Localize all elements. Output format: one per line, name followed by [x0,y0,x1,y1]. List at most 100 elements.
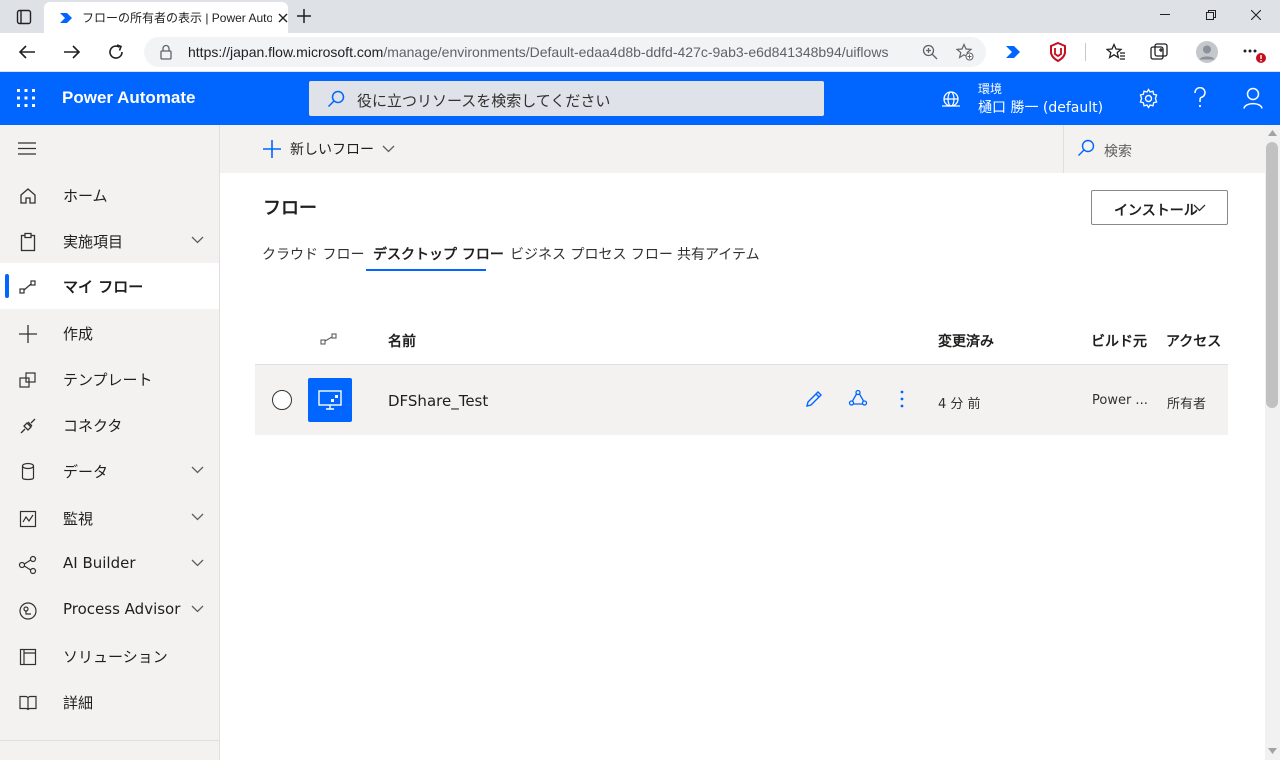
app-header: Power Automate 役に立つリソースを検索してください 環境 樋口 勝… [0,72,1280,125]
search-placeholder: 検索 [1104,144,1132,160]
shield-extension-icon[interactable] [1049,42,1067,62]
edit-pencil-icon[interactable] [804,389,824,409]
favorites-icon[interactable] [1106,43,1126,61]
page-title: フロー [263,198,317,219]
scrollbar-thumb[interactable] [1266,142,1278,408]
browser-tab-bar: フローの所有者の表示 | Power Automate [0,0,1280,33]
sidebar-item-label: AI Builder [63,554,136,572]
modified-time: 4 分 前 [938,397,981,412]
minimize-icon[interactable] [1160,14,1170,16]
tab-business-process-flows[interactable]: ビジネス プロセス フロー [510,244,673,264]
hamburger-menu-icon[interactable] [18,142,36,155]
url-path: /manage/environments/Default-edaa4d8b-dd… [383,44,889,60]
account-icon[interactable] [1243,87,1263,109]
built-with-value: Power ... [1092,393,1148,408]
scroll-up-arrow-icon[interactable] [1268,130,1277,136]
new-tab-icon[interactable] [297,9,311,23]
zoom-icon[interactable] [922,44,938,60]
address-bar[interactable]: https://japan.flow.microsoft.com/manage/… [144,37,986,67]
tab-cloud-flows[interactable]: クラウド フロー [262,244,364,264]
solution-icon [18,647,38,667]
back-icon[interactable] [18,44,36,60]
scroll-down-arrow-icon[interactable] [1268,748,1277,754]
tab-desktop-flows[interactable]: デスクトップ フロー [373,244,504,264]
environment-name[interactable]: 樋口 勝一 (default) [978,97,1103,117]
refresh-icon[interactable] [107,43,125,61]
sidebar-nav: ホーム 実施項目 マイ フロー 作成 テンプレート コネクタ データ 監視 AI… [0,125,220,760]
chevron-down-icon[interactable] [191,466,204,474]
collections-icon[interactable] [1150,43,1170,61]
browser-tab[interactable]: フローの所有者の表示 | Power Automate [44,2,288,33]
sidebar-item-label: Process Advisor [63,600,181,618]
sidebar-item-ai-builder[interactable]: AI Builder [0,541,219,587]
column-header-access[interactable]: アクセス [1166,331,1221,351]
flow-search-input[interactable]: 検索 [1063,125,1265,173]
chevron-down-icon[interactable] [191,605,204,613]
desktop-flow-icon [308,378,352,422]
column-header-modified[interactable]: 変更済み [938,331,994,351]
chevron-down-icon[interactable] [191,559,204,567]
app-launcher-icon[interactable] [17,89,35,107]
sidebar-item-solutions[interactable]: ソリューション [0,633,219,679]
row-select-radio[interactable] [272,390,292,410]
book-icon [18,693,38,713]
monitor-icon [18,509,38,529]
sidebar-item-label: ホーム [63,187,108,205]
new-flow-button[interactable]: 新しいフロー [262,138,395,160]
database-icon [18,462,38,482]
sidebar-item-templates[interactable]: テンプレート [0,356,219,402]
sidebar-item-connectors[interactable]: コネクタ [0,402,219,448]
more-options-icon[interactable] [900,390,904,408]
browser-toolbar: https://japan.flow.microsoft.com/manage/… [0,33,1280,72]
sidebar-item-label: 監視 [63,510,94,528]
window-close-icon[interactable] [1251,10,1261,20]
clipboard-icon [18,232,38,252]
profile-avatar[interactable] [1196,41,1218,63]
new-flow-label: 新しいフロー [290,142,374,158]
settings-gear-icon[interactable] [1138,88,1159,109]
sidebar-item-monitor[interactable]: 監視 [0,495,219,541]
active-tab-indicator [366,269,486,271]
environment-label: 環境 [978,82,1003,96]
chevron-down-icon[interactable] [191,236,204,244]
power-automate-favicon [58,10,74,26]
column-header-built-with[interactable]: ビルド元 [1091,331,1147,351]
search-placeholder: 役に立つリソースを検索してください [357,92,611,110]
tab-shared-items[interactable]: 共有アイテム [677,244,760,264]
chevron-down-icon [1193,204,1206,212]
flow-name-link[interactable]: DFShare_Test [388,392,488,410]
install-button[interactable]: インストール [1091,190,1228,225]
sidebar-item-create[interactable]: 作成 [0,310,219,356]
sidebar-item-label: 詳細 [63,694,94,712]
help-icon[interactable] [1193,87,1207,109]
resource-search-input[interactable]: 役に立つリソースを検索してください [309,81,824,116]
restore-icon[interactable] [1206,10,1216,20]
lock-icon[interactable] [159,44,173,60]
chevron-down-icon[interactable] [191,513,204,521]
tab-actions-icon[interactable] [16,9,32,25]
sidebar-item-action-items[interactable]: 実施項目 [0,218,219,264]
sidebar-item-data[interactable]: データ [0,448,219,494]
sidebar-item-learn[interactable]: 詳細 [0,679,219,725]
forward-icon[interactable] [63,44,81,60]
toolbar-divider [1085,43,1086,61]
sidebar-item-process-advisor[interactable]: Process Advisor [0,587,219,633]
sidebar-item-label: テンプレート [63,371,153,389]
close-tab-icon[interactable] [278,13,288,23]
flow-type-column-icon [320,332,338,346]
table-row[interactable]: DFShare_Test 4 分 前 Power ... 所有者 [255,364,1228,435]
active-indicator [5,274,9,298]
search-icon [327,90,345,108]
environment-icon[interactable] [941,90,961,108]
power-automate-extension-icon[interactable] [1004,43,1022,61]
add-favorite-icon[interactable] [956,43,974,61]
app-name[interactable]: Power Automate [62,88,196,108]
column-header-name[interactable]: 名前 [388,331,416,351]
install-label: インストール [1114,203,1198,219]
more-menu-icon[interactable] [1243,45,1269,63]
sidebar-item-label: 実施項目 [63,233,124,251]
sidebar-item-my-flows[interactable]: マイ フロー [0,263,219,309]
share-icon[interactable] [848,389,868,409]
sidebar-item-home[interactable]: ホーム [0,172,219,218]
browser-tab-title: フローの所有者の表示 | Power Automate [82,11,272,25]
